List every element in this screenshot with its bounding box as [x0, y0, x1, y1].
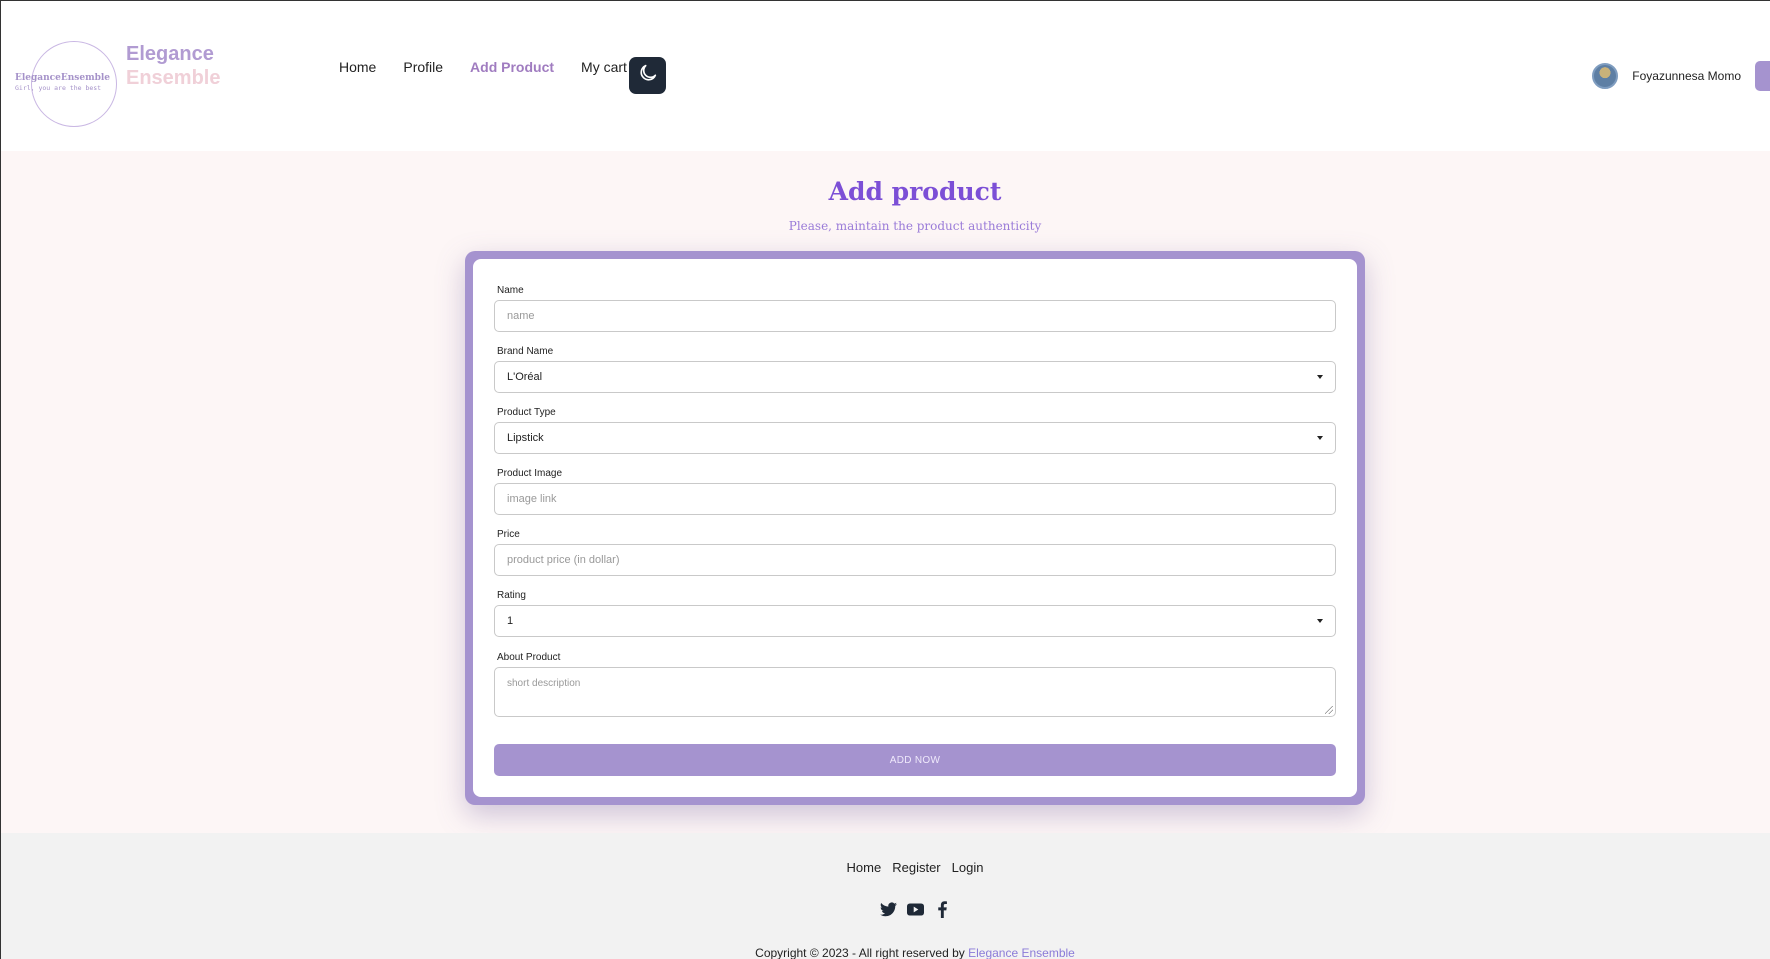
rating-label: Rating: [497, 590, 526, 601]
logo-circle-subtext: Girl, you are the best: [15, 84, 102, 92]
footer-link-home[interactable]: Home: [847, 860, 882, 875]
type-select[interactable]: Lipstick: [494, 422, 1336, 454]
chevron-down-icon: [1317, 619, 1323, 623]
add-product-card: Name name Brand Name L'Oréal Product Typ…: [465, 251, 1365, 805]
facebook-icon[interactable]: [934, 901, 951, 918]
theme-toggle-button[interactable]: [629, 57, 666, 94]
type-label: Product Type: [497, 407, 556, 418]
image-label: Product Image: [497, 468, 563, 479]
nav-home[interactable]: Home: [339, 59, 376, 75]
chevron-down-icon: [1317, 375, 1323, 379]
add-product-form: Name name Brand Name L'Oréal Product Typ…: [473, 259, 1357, 797]
footer-link-register[interactable]: Register: [892, 860, 940, 875]
page-title: Add product: [828, 177, 1002, 206]
footer-nav: Home Register Login: [1, 860, 1770, 875]
brand-name-line2[interactable]: Ensemble: [126, 67, 220, 90]
rating-select[interactable]: 1: [494, 605, 1336, 637]
brand-label: Brand Name: [497, 346, 554, 357]
brand-select[interactable]: L'Oréal: [494, 361, 1336, 393]
about-textarea[interactable]: short description: [494, 667, 1336, 717]
copyright-text: Copyright © 2023 - All right reserved by: [755, 946, 969, 959]
name-label: Name: [497, 285, 524, 296]
brand-name-line1[interactable]: Elegance: [126, 43, 214, 66]
resize-handle-icon[interactable]: [1325, 706, 1333, 714]
image-input[interactable]: image link: [494, 483, 1336, 515]
main-content: Add product Please, maintain the product…: [1, 151, 1770, 833]
navbar: EleganceEnsemble Girl, you are the best …: [1, 1, 1770, 151]
copyright-brand-link[interactable]: Elegance Ensemble: [968, 946, 1075, 959]
nav-profile[interactable]: Profile: [403, 59, 443, 75]
user-name: Foyazunnesa Momo: [1632, 69, 1741, 83]
page-subtitle: Please, maintain the product authenticit…: [788, 219, 1042, 233]
nav-my-cart[interactable]: My cart: [581, 59, 627, 75]
chevron-down-icon: [1317, 436, 1323, 440]
price-label: Price: [497, 529, 520, 540]
add-now-button[interactable]: ADD NOW: [494, 744, 1336, 776]
type-select-value: Lipstick: [507, 432, 544, 444]
avatar[interactable]: [1592, 63, 1619, 89]
about-placeholder: short description: [507, 678, 581, 689]
social-links: [1, 901, 1770, 918]
brand-select-value: L'Oréal: [507, 371, 543, 383]
youtube-icon[interactable]: [906, 901, 924, 918]
price-input[interactable]: product price (in dollar): [494, 544, 1336, 576]
nav-add-product[interactable]: Add Product: [470, 59, 554, 75]
rating-select-value: 1: [507, 615, 514, 627]
main-nav: Home Profile Add Product My cart: [339, 59, 654, 75]
user-area: Foyazunnesa Momo: [1592, 61, 1770, 91]
copyright: Copyright © 2023 - All right reserved by…: [1, 946, 1770, 959]
name-input[interactable]: name: [494, 300, 1336, 332]
logo-circle-text: EleganceEnsemble: [15, 73, 111, 83]
footer-link-login[interactable]: Login: [952, 860, 984, 875]
about-label: About Product: [497, 652, 561, 663]
moon-icon: [637, 62, 659, 89]
logout-button[interactable]: [1755, 61, 1770, 91]
footer: Home Register Login Copyright © 2023 - A…: [1, 833, 1770, 959]
twitter-icon[interactable]: [879, 901, 897, 918]
